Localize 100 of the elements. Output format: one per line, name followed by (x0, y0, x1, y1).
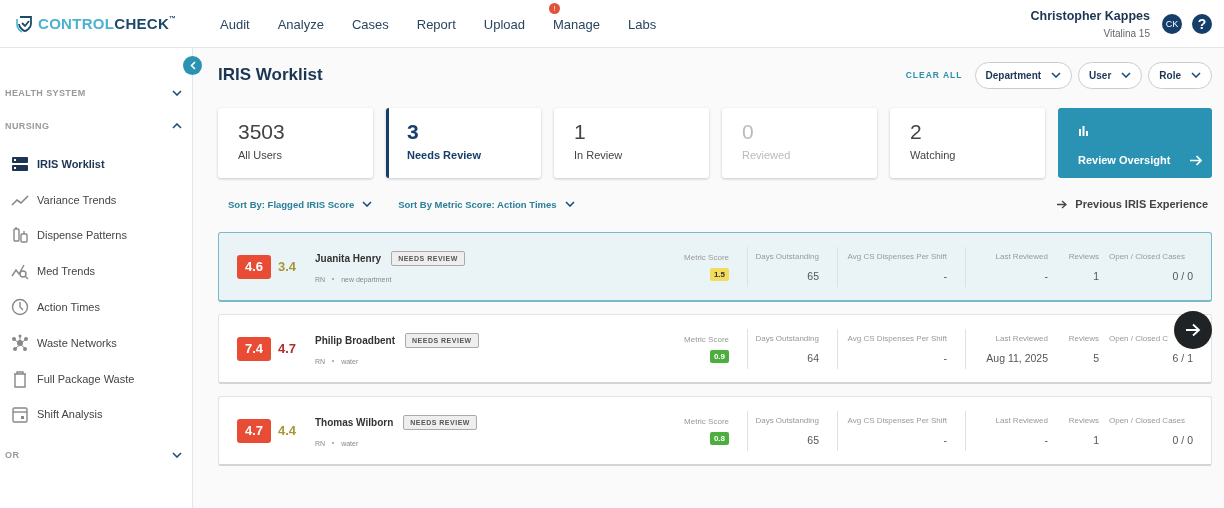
column-value: - (943, 351, 947, 364)
column-value: 0 / 0 (1172, 269, 1193, 282)
network-icon (11, 333, 29, 352)
stat-value: 3503 (238, 120, 286, 144)
button-label: Review Oversight (1078, 154, 1171, 166)
column-value: 1 (1093, 433, 1099, 446)
bar-chart-icon (1078, 125, 1089, 136)
column-value: - (1044, 269, 1048, 282)
column-label: Avg CS Dispenses Per Shift (847, 415, 947, 425)
column-label: Reviews (1068, 333, 1099, 343)
filter-dropdown[interactable]: Department (974, 61, 1073, 89)
stat-label: All Users (238, 149, 283, 161)
calendar-icon (11, 405, 29, 424)
column-label: Last Reviewed (995, 251, 1048, 261)
column-value: 65 (807, 269, 819, 282)
column-value: 65 (807, 433, 819, 446)
arrow-right-icon (1057, 199, 1068, 209)
user-avatar[interactable]: CK (1162, 13, 1182, 34)
column-label: Open / Closed Cases (1109, 251, 1186, 261)
secondary-score: 4.4 (278, 423, 298, 438)
stat-label: Reviewed (742, 149, 792, 161)
arrow-right-icon (1185, 323, 1201, 337)
iris-score: 4.6 (237, 254, 271, 279)
chevron-icon (172, 451, 182, 458)
sort-dropdown[interactable]: Sort By Metric Score: Action Times (398, 198, 575, 210)
column-value: - (943, 269, 947, 282)
filter-dropdown[interactable]: User (1078, 61, 1143, 89)
column-label: Days Outstanding (755, 251, 819, 261)
sidebar-item[interactable]: Variance Trends (0, 181, 192, 218)
column-label: Days Outstanding (755, 333, 819, 343)
sidebar-item[interactable]: IRIS Worklist (0, 146, 192, 182)
column-label: Open / Closed C (1109, 333, 1169, 343)
stat-label: Watching (910, 149, 957, 161)
sidebar-item[interactable]: Med Trends (0, 253, 192, 290)
collapse-button[interactable] (183, 56, 202, 75)
metric-score-badge: 0.9 (709, 349, 729, 363)
help-button[interactable]: ? (1192, 13, 1212, 34)
clear-all-link[interactable]: CLEAR ALL (905, 70, 963, 80)
nav-link[interactable]: Report (416, 16, 456, 32)
chevron-icon (172, 122, 182, 129)
metric-score-badge: 0.8 (709, 431, 729, 445)
person-name: Juanita Henry (315, 252, 382, 264)
trash-icon (11, 369, 29, 388)
column-value: 0 / 0 (1172, 433, 1193, 446)
stat-tile[interactable]: 1 In Review (554, 108, 709, 178)
sort-dropdown[interactable]: Sort By: Flagged IRIS Score (228, 198, 373, 210)
chevron-down-icon (362, 201, 373, 207)
nav-link[interactable]: Analyze (277, 16, 324, 32)
filter-dropdown[interactable]: Role (1148, 61, 1212, 89)
column-value: Aug 11, 2025 (986, 351, 1048, 364)
sidebar-item[interactable]: Dispense Patterns (0, 217, 192, 254)
chevron-down-icon (1051, 72, 1062, 78)
stat-value: 1 (574, 120, 587, 144)
secondary-score: 4.7 (278, 341, 298, 356)
column-label: Avg CS Dispenses Per Shift (847, 251, 947, 261)
column-value: 6 / 1 (1172, 351, 1193, 364)
column-value: 1 (1093, 269, 1099, 282)
column-label: Metric Score (684, 252, 729, 262)
nav-link[interactable]: Manage (553, 16, 600, 32)
arrow-right-icon (1190, 154, 1202, 166)
chart-search-icon (11, 262, 29, 281)
chevron-left-icon (189, 61, 196, 70)
chevron-icon (172, 89, 182, 96)
syringe-icon (11, 226, 29, 245)
stat-tile[interactable]: 3503 All Users (218, 108, 373, 178)
column-label: Reviews (1068, 415, 1099, 425)
secondary-score: 3.4 (278, 259, 298, 274)
iris-score: 7.4 (237, 336, 271, 361)
previous-experience-link[interactable]: Previous IRIS Experience (1057, 198, 1208, 210)
column-label: Last Reviewed (995, 333, 1048, 343)
stat-value: 3 (407, 120, 420, 144)
metric-score-badge: 1.5 (709, 267, 729, 281)
chevron-down-icon (1191, 72, 1201, 78)
page-title: IRIS Worklist (218, 65, 323, 85)
person-name: Thomas Wilborn (315, 416, 394, 428)
stat-value: 2 (910, 120, 923, 144)
column-value: 64 (807, 351, 819, 364)
stat-label: In Review (574, 149, 624, 161)
column-label: Metric Score (684, 416, 729, 426)
list-icon (11, 154, 29, 173)
sidebar-item[interactable]: Action Times (0, 289, 192, 325)
column-label: Reviews (1068, 251, 1099, 261)
review-oversight-button[interactable]: Review Oversight (1058, 108, 1212, 178)
nav-link[interactable]: Labs (627, 16, 657, 32)
iris-score: 4.7 (237, 418, 271, 443)
chevron-down-icon (564, 201, 575, 207)
user-location: Vitalina 15 (1102, 27, 1150, 39)
sidebar-item[interactable]: Waste Networks (0, 325, 192, 361)
person-name: Philip Broadbent (315, 334, 395, 346)
stat-tile[interactable]: 2 Watching (890, 108, 1045, 178)
sidebar-item[interactable]: Full Package Waste (0, 360, 192, 397)
column-label: Avg CS Dispenses Per Shift (847, 333, 947, 343)
nav-link[interactable]: Cases (351, 16, 389, 32)
user-name: Christopher Kappes (1030, 8, 1150, 23)
nav-link[interactable]: Upload (483, 16, 525, 32)
stat-value: 0 (742, 120, 755, 144)
stat-tile[interactable]: 3 Needs Review (386, 108, 541, 178)
sidebar-item[interactable]: Shift Analysis (0, 396, 192, 433)
column-label: Open / Closed Cases (1109, 415, 1186, 425)
nav-link[interactable]: Audit (220, 16, 250, 32)
